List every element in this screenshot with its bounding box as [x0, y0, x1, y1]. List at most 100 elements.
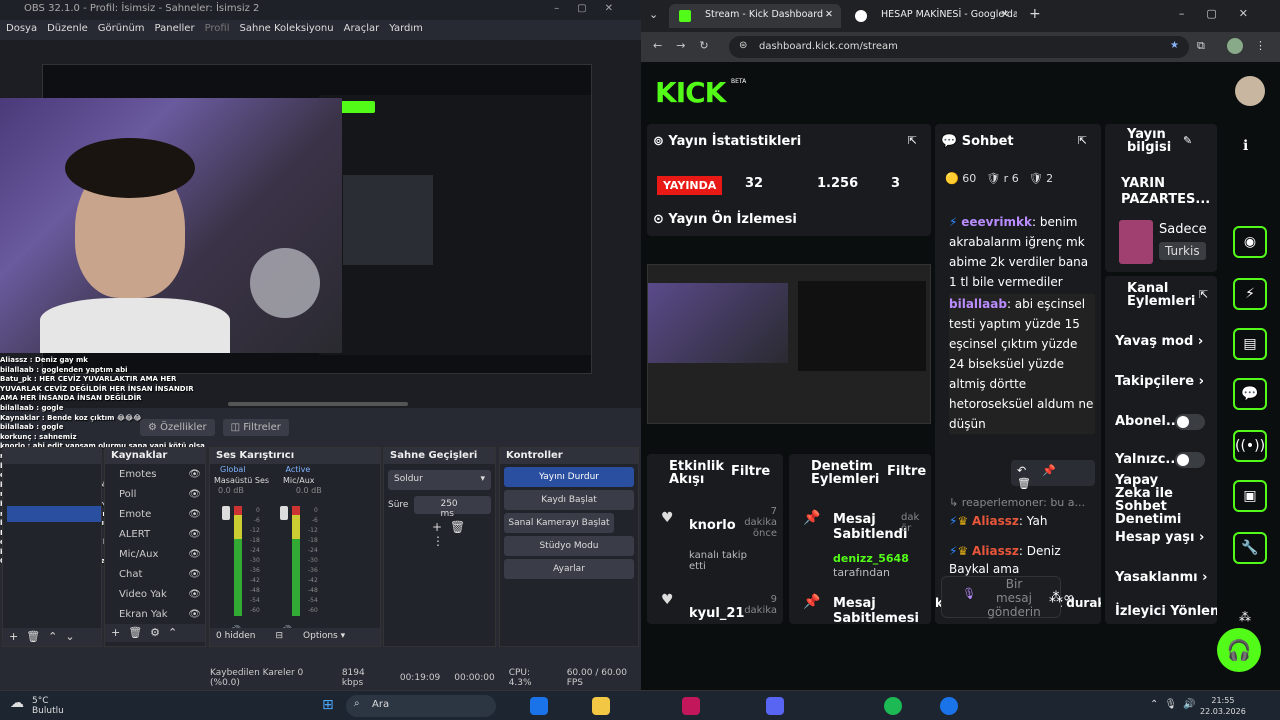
support-button[interactable]: 🎧 [1217, 628, 1261, 672]
app-icon[interactable] [682, 697, 700, 715]
wrench-button[interactable]: 🔧 [1233, 532, 1267, 564]
category-thumbnail[interactable] [1119, 220, 1153, 264]
chat-button[interactable]: 💬 [1233, 378, 1267, 410]
settings-button[interactable]: Ayarlar [504, 559, 634, 579]
profile-avatar[interactable] [1227, 38, 1243, 54]
start-icon[interactable]: ⊞ [322, 697, 334, 713]
eye-icon[interactable]: 👁 [188, 549, 201, 560]
extensions-icon[interactable]: ⧉ [1197, 39, 1205, 53]
preview-scrollbar[interactable] [228, 402, 408, 406]
bookmark-icon[interactable]: ★ [1170, 40, 1179, 51]
mixer-layout-icon[interactable]: ⊟ [275, 631, 283, 643]
broadcast-button[interactable]: ((•)) [1233, 430, 1267, 462]
action-ai-moderation[interactable]: Yapay Zeka ile Sohbet Denetimi [1115, 474, 1189, 526]
expand-icon[interactable]: ⇱ [908, 134, 917, 147]
discord-app-icon[interactable] [766, 697, 784, 715]
eye-icon[interactable]: 👁 [188, 509, 201, 520]
eye-icon[interactable]: 👁 [188, 569, 201, 580]
eye-icon[interactable]: 👁 [188, 469, 201, 480]
source-item[interactable]: Chat 👁 [105, 564, 205, 584]
subscribers-toggle[interactable] [1175, 414, 1205, 430]
fader-right[interactable] [280, 506, 288, 520]
chat-tools-icon[interactable]: ⁂∞ [1049, 590, 1075, 606]
menu-araclar[interactable]: Araçlar [344, 23, 380, 37]
chat-user[interactable]: eeevrimkk [961, 215, 1032, 229]
window-controls[interactable]: –▢✕ [554, 3, 631, 14]
action-banned-words[interactable]: Yasaklanmı › [1115, 570, 1208, 585]
url-bar[interactable]: ⊜ dashboard.kick.com/stream ★ [729, 36, 1189, 58]
spotify-app-icon[interactable] [884, 697, 902, 715]
source-item[interactable]: ALERT 👁 [105, 524, 205, 544]
chat-user[interactable]: bilallaab [949, 297, 1007, 311]
chat-user[interactable]: Aliassz [972, 544, 1019, 558]
source-item[interactable]: Emote 👁 [105, 504, 205, 524]
tab-calculator[interactable]: HESAP MAKİNESİ - Google'da A ✕ [845, 4, 1017, 28]
kick-logo[interactable]: KICK [655, 76, 726, 109]
scenes-toolbar[interactable]: +🗑⌃⌄ [3, 628, 101, 646]
close-icon[interactable]: ✕ [825, 9, 833, 20]
options-button[interactable]: Options ▾ [303, 631, 345, 643]
nav-icons[interactable]: ←→↻ [653, 39, 723, 52]
tab-search-icon[interactable]: ⌄ [649, 8, 658, 21]
tab-kick[interactable]: Stream - Kick Dashboard ✕ [669, 4, 841, 28]
eye-icon[interactable]: 👁 [188, 529, 201, 540]
mixer-tab-global[interactable]: Global [220, 465, 246, 474]
mixer-ch1[interactable]: Masaüstü Ses [214, 476, 269, 485]
chrome-active-icon[interactable] [940, 697, 958, 715]
mod-filter[interactable]: Filtre [887, 464, 926, 479]
mixer-tab-active[interactable]: Active [286, 465, 311, 474]
close-icon[interactable]: ✕ [1001, 9, 1009, 20]
action-viewer-redirect[interactable]: İzleyici Yönlendi [1115, 604, 1217, 619]
chat-input[interactable]: 🎙 Bir mesaj gönderin [941, 576, 1061, 619]
category-name[interactable]: Sadece [1159, 222, 1207, 237]
stop-stream-button[interactable]: Yayını Durdur [504, 467, 634, 487]
menu-icon[interactable]: ⋮ [1255, 39, 1266, 52]
mic-icon[interactable]: 🎙 [962, 587, 976, 600]
tray-icons[interactable]: ⌃🎙🔊 [1150, 699, 1202, 710]
expand-icon[interactable]: ⇱ [1078, 134, 1087, 147]
mod-user[interactable]: denizz_5648 [833, 552, 909, 565]
menu-gorunum[interactable]: Görünüm [98, 23, 145, 37]
video-button[interactable]: ▣ [1233, 480, 1267, 512]
fader-left[interactable] [222, 506, 230, 520]
tag-chip[interactable]: Turkis [1159, 242, 1206, 260]
transition-toolbar[interactable]: +🗑⋮ [384, 514, 495, 554]
activity-filter[interactable]: Filtre [731, 464, 770, 479]
camera-button[interactable]: ◉ [1233, 226, 1267, 258]
action-slow-mode[interactable]: Yavaş mod › [1115, 334, 1203, 349]
lightning-button[interactable]: ⚡ [1233, 278, 1267, 310]
message-actions[interactable]: ↶📌🗑 [1011, 460, 1095, 490]
folder-app-icon[interactable] [592, 697, 610, 715]
site-info-icon[interactable]: ⊜ [739, 40, 747, 51]
menu-paneller[interactable]: Paneller [155, 23, 195, 37]
chrome-app-icon[interactable] [530, 697, 548, 715]
duration-input[interactable]: 250 ms [414, 496, 491, 519]
new-tab-icon[interactable]: + [1029, 6, 1041, 22]
start-record-button[interactable]: Kaydı Başlat [504, 490, 634, 510]
clock[interactable]: 21:55 22.03.2026 [1200, 695, 1246, 717]
info-icon[interactable]: ℹ [1243, 138, 1248, 154]
action-account-age[interactable]: Hesap yaşı › [1115, 530, 1204, 545]
expand-icon[interactable]: ⇱ [1199, 288, 1208, 301]
emotes-toggle[interactable] [1175, 452, 1205, 468]
sources-toolbar[interactable]: +🗑⚙⌃ [105, 624, 205, 642]
taskbar-search[interactable]: ⌕ Ara [346, 695, 496, 717]
menu-dosya[interactable]: Dosya [6, 23, 37, 37]
eye-icon[interactable]: 👁 [188, 489, 201, 500]
window-controls[interactable]: –▢✕ [1179, 7, 1270, 20]
tab-filters[interactable]: ◫ Filtreler [222, 419, 289, 436]
obs-preview[interactable] [0, 40, 641, 408]
menu-sahne-koleksiyonu[interactable]: Sahne Koleksiyonu [240, 23, 334, 37]
menu-profil[interactable]: Profil [205, 23, 230, 37]
studio-mode-button[interactable]: Stüdyo Modu [504, 536, 634, 556]
eye-icon[interactable]: 👁 [188, 589, 201, 600]
selected-scene[interactable] [7, 506, 101, 522]
source-item[interactable]: Ekran Yak 👁 [105, 604, 205, 624]
edit-icon[interactable]: ✎ [1183, 134, 1192, 147]
notes-button[interactable]: ▤ [1233, 328, 1267, 360]
menu-yardim[interactable]: Yardım [389, 23, 423, 37]
transition-select[interactable]: Soldur ▾ [388, 470, 491, 490]
weather-widget[interactable]: ☁ 5°C Bulutlu [10, 696, 64, 716]
source-item[interactable]: Poll 👁 [105, 484, 205, 504]
source-item[interactable]: Video Yak 👁 [105, 584, 205, 604]
